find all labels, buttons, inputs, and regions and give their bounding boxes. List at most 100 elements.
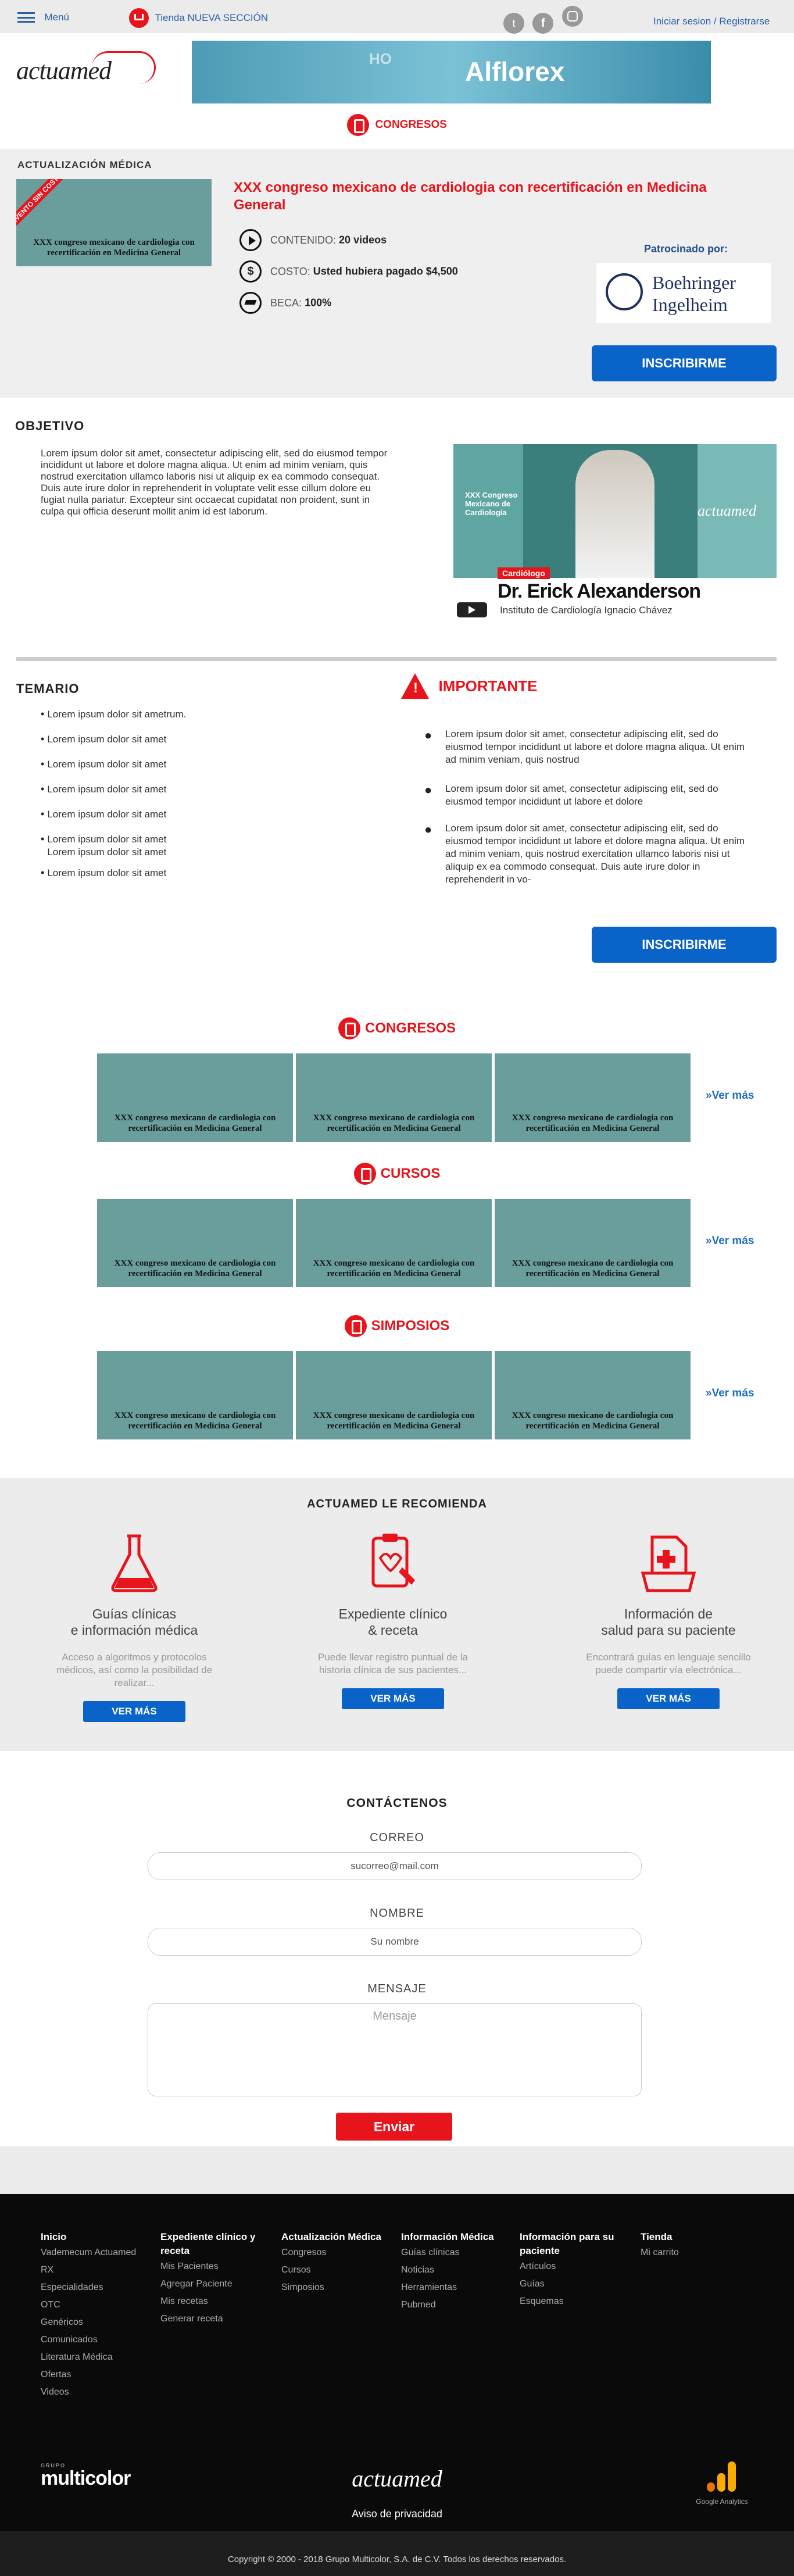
enroll-button-bottom[interactable]: INSCRIBIRME	[592, 927, 777, 963]
store-link[interactable]: Tienda NUEVA SECCIÓN	[129, 8, 268, 28]
send-button[interactable]: Enviar	[336, 2113, 452, 2141]
footer-link[interactable]: Videos	[41, 2384, 151, 2401]
video-player[interactable]: XXX Congreso Mexicano de Cardiología act…	[453, 444, 777, 619]
footer-link[interactable]: Ofertas	[41, 2366, 151, 2384]
carousel-heading: CURSOS	[0, 1163, 794, 1185]
footer-link[interactable]: Congresos	[281, 2244, 392, 2261]
carousel-thumbnail[interactable]: XXX congreso mexicano de cardiologia con…	[296, 1351, 492, 1439]
footer-column-title[interactable]: Inicio	[41, 2230, 151, 2244]
video-logo: actuamed	[698, 502, 757, 519]
course-category: ACTUALIZACIÓN MÉDICA	[17, 159, 152, 170]
see-more-link[interactable]: »Ver más	[706, 1089, 754, 1102]
carousel-thumbnail[interactable]: XXX congreso mexicano de cardiologia con…	[296, 1199, 492, 1287]
footer-logo[interactable]: actuamed	[0, 2465, 794, 2492]
video-speaker-name: Dr. Erick Alexanderson	[498, 580, 701, 602]
name-field[interactable]: Su nombre	[148, 1928, 642, 1956]
medical-folder-icon	[641, 1535, 696, 1592]
recommend-more-button[interactable]: VER MÁS	[617, 1688, 720, 1709]
footer-column: Actualización Médica Congresos Cursos Simpo…	[281, 2230, 392, 2296]
scholarship-row: BECA: 100%	[239, 292, 331, 314]
footer-link[interactable]: Cursos	[281, 2261, 392, 2279]
footer-column-title[interactable]: Actualización Médica	[281, 2230, 392, 2244]
sponsor-logo[interactable]: Boehringer Ingelheim	[596, 263, 771, 323]
carousel-thumbnail[interactable]: XXX congreso mexicano de cardiologia con…	[97, 1053, 293, 1142]
footer-link[interactable]: Genéricos	[41, 2314, 151, 2331]
recommend-more-button[interactable]: VER MÁS	[342, 1688, 444, 1709]
section-icon	[353, 1163, 376, 1185]
site-logo[interactable]: actuamed	[16, 51, 167, 92]
recommend-more-button[interactable]: VER MÁS	[83, 1701, 185, 1722]
instagram-icon[interactable]	[561, 6, 583, 27]
footer-link[interactable]: Literatura Médica	[41, 2349, 151, 2366]
carousel-thumbnail[interactable]: XXX congreso mexicano de cardiologia con…	[296, 1053, 492, 1142]
footer-link[interactable]: Agregar Paciente	[160, 2275, 271, 2293]
email-label: CORREO	[370, 1831, 424, 1844]
recommend-panel: ACTUAMED LE RECOMIENDA Guías clínicas e …	[0, 1478, 794, 1751]
email-field[interactable]: sucorreo@mail.com	[148, 1852, 642, 1880]
thumb-caption: XXX congreso mexicano de cardiologia con…	[512, 1411, 674, 1431]
importante-list: ● Lorem ipsum dolor sit amet, consectetur…	[424, 728, 750, 886]
footer-link[interactable]: Herramientas	[401, 2279, 512, 2296]
list-item: ● Lorem ipsum dolor sit amet, consectetur…	[424, 783, 718, 807]
footer-link[interactable]: Guías	[520, 2275, 630, 2293]
facebook-icon[interactable]: f	[532, 13, 554, 34]
speaker-photo	[575, 450, 654, 578]
contact-section: CONTÁCTENOS CORREO sucorreo@mail.com NOM…	[0, 1751, 794, 2146]
footer-link[interactable]: Mis recetas	[160, 2293, 271, 2310]
see-more-link[interactable]: »Ver más	[706, 1387, 754, 1400]
recommend-card-1: Guías clínicas e información médica Acce…	[56, 1532, 213, 1722]
footer-column-title[interactable]: Información para su paciente	[520, 2230, 630, 2258]
footer-link[interactable]: Mi carrito	[641, 2244, 751, 2261]
twitter-icon[interactable]: t	[503, 13, 524, 34]
footer-column-title[interactable]: Información Médica	[401, 2230, 512, 2244]
free-event-ribbon: EVENTO SIN COSTO	[16, 179, 67, 229]
footer-column-title[interactable]: Tienda	[641, 2230, 751, 2244]
recommend-card-title: Guías clínicas e información médica	[70, 1606, 198, 1638]
footer-link[interactable]: Guías clínicas	[401, 2244, 512, 2261]
privacy-link[interactable]: Aviso de privacidad	[0, 2508, 794, 2520]
list-item: • Lorem ipsum dolor sit amet	[41, 733, 167, 745]
course-panel: ACTUALIZACIÓN MÉDICA EVENTO SIN COSTO XX…	[0, 149, 794, 398]
importante-header: ! IMPORTANTE	[401, 673, 537, 699]
footer-link[interactable]: RX	[41, 2261, 151, 2279]
video-play-icon[interactable]	[457, 602, 487, 617]
footer-column-title[interactable]: Expediente clínico y receta	[160, 2230, 271, 2258]
footer-link[interactable]: Mis Pacientes	[160, 2258, 271, 2275]
carousel-thumbnail[interactable]: XXX congreso mexicano de cardiologia con…	[495, 1199, 691, 1287]
recommend-card-text: Encontrará guías en lenguaje sencillo pu…	[586, 1652, 751, 1675]
recommend-card-title: Información de salud para su paciente	[601, 1606, 736, 1638]
message-field[interactable]: Mensaje	[148, 2003, 642, 2096]
recommend-card-text: Puede llevar registro puntual de la hist…	[318, 1652, 468, 1675]
footer-column: Expediente clínico y receta Mis Pacientes…	[160, 2230, 271, 2328]
menu-button[interactable]: Menú	[17, 12, 69, 23]
thumb-caption: XXX congreso mexicano de cardiologia con…	[114, 1259, 276, 1278]
footer-link[interactable]: Esquemas	[520, 2293, 630, 2310]
enroll-button[interactable]: INSCRIBIRME	[592, 345, 777, 381]
recommend-card-2: Expediente clínico & receta Puede llevar…	[314, 1532, 472, 1709]
footer-link[interactable]: Vademecum Actuamed	[41, 2244, 151, 2261]
course-thumbnail[interactable]: EVENTO SIN COSTO XXX congreso mexicano d…	[16, 179, 212, 266]
footer-link[interactable]: Noticias	[401, 2261, 512, 2279]
carousel-thumbnail[interactable]: XXX congreso mexicano de cardiologia con…	[495, 1351, 691, 1439]
login-link[interactable]: Iniciar sesion / Registrarse	[653, 16, 770, 27]
congress-icon	[347, 114, 369, 136]
footer-link[interactable]: Simposios	[281, 2279, 392, 2296]
carousel-thumbnail[interactable]: XXX congreso mexicano de cardiologia con…	[97, 1199, 293, 1287]
footer: Inicio Vademecum Actuamed RX Especialidades…	[0, 2194, 794, 2531]
carousel-title: CONGRESOS	[364, 1020, 456, 1036]
cart-icon	[129, 8, 149, 28]
footer-link[interactable]: Generar receta	[160, 2310, 271, 2328]
footer-link[interactable]: Artículos	[520, 2258, 630, 2275]
footer-link[interactable]: Pubmed	[401, 2296, 512, 2314]
ad-banner[interactable]: HO Alflorex	[192, 41, 711, 103]
see-more-link[interactable]: »Ver más	[706, 1235, 754, 1248]
footer-link[interactable]: Especialidades	[41, 2279, 151, 2296]
carousel-thumbnail[interactable]: XXX congreso mexicano de cardiologia con…	[495, 1053, 691, 1142]
carousel-thumbnail[interactable]: XXX congreso mexicano de cardiologia con…	[97, 1351, 293, 1439]
temario-heading: TEMARIO	[16, 681, 80, 696]
video-settings-icon[interactable]	[763, 608, 771, 616]
footer-link[interactable]: OTC	[41, 2296, 151, 2314]
flask-icon	[111, 1534, 158, 1592]
footer-link[interactable]: Comunicados	[41, 2331, 151, 2349]
banner-prefix: HO	[369, 50, 392, 67]
